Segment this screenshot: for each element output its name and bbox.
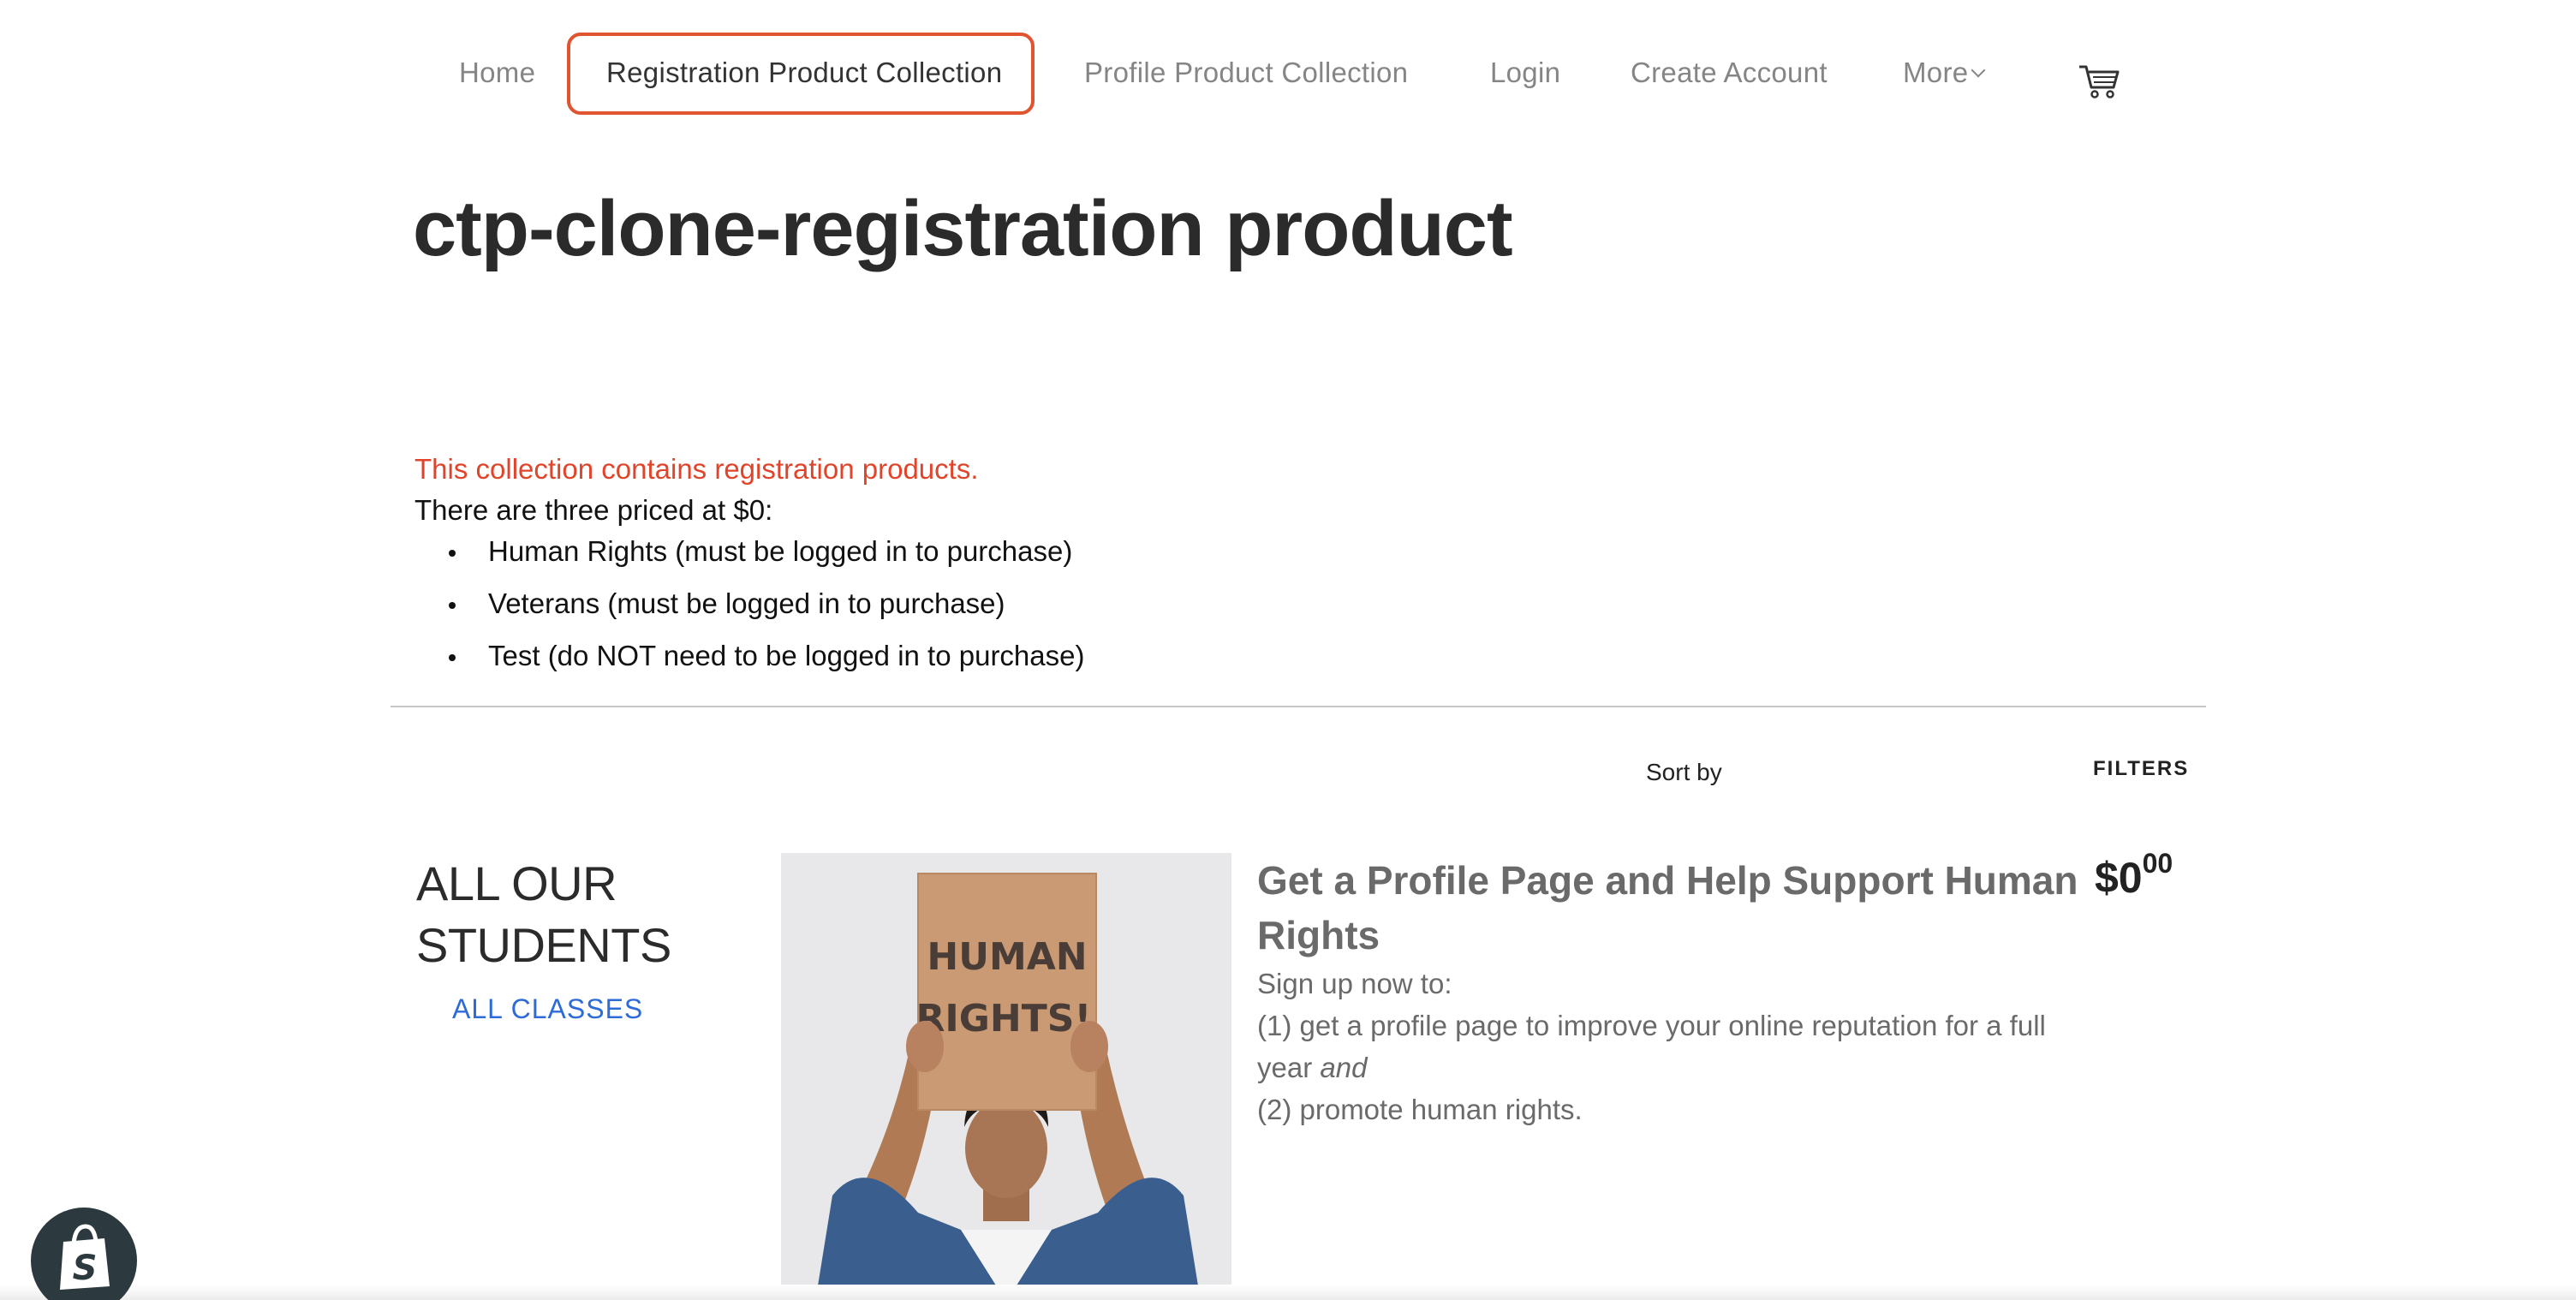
nav-profile-product-collection[interactable]: Profile Product Collection [1084, 57, 1408, 89]
sidebar-title: ALL OUR STUDENTS [416, 853, 707, 976]
product-body-line3: (2) promote human rights. [1257, 1094, 1583, 1125]
sign-text-line1: HUMAN [927, 935, 1087, 979]
list-item: Veterans (must be logged in to purchase) [414, 583, 1084, 635]
product-image[interactable]: HUMAN RIGHTS! [781, 853, 1231, 1300]
shopify-badge[interactable]: S [31, 1208, 137, 1300]
product-body-line2-text: (1) get a profile page to improve your o… [1257, 1010, 2046, 1083]
product-photo: HUMAN RIGHTS! [781, 853, 1231, 1300]
nav-more-label: More [1903, 57, 1969, 88]
nav-more[interactable]: More [1903, 57, 1986, 89]
shopify-bag-icon: S [60, 1224, 110, 1290]
product-price: $000 [2095, 848, 2173, 903]
page-title: ctp-clone-registration product [413, 185, 1513, 272]
page-bottom-shadow [0, 1285, 2576, 1300]
sidebar-title-line2: STUDENTS [416, 918, 671, 972]
chevron-down-icon [1971, 63, 1986, 78]
main-nav: Home Registration Product Collection Pro… [0, 0, 2576, 154]
product-description: Sign up now to: (1) get a profile page t… [1257, 963, 2096, 1130]
price-cents: 00 [2142, 848, 2174, 879]
nav-login[interactable]: Login [1490, 57, 1560, 89]
filters-button[interactable]: FILTERS [2093, 757, 2189, 781]
sign-text-line2: RIGHTS! [916, 997, 1092, 1041]
nav-home[interactable]: Home [459, 57, 535, 89]
divider [391, 706, 2206, 707]
cart-icon[interactable] [2078, 62, 2120, 99]
description-intro: There are three priced at $0: [414, 494, 773, 526]
sidebar-title-line1: ALL OUR [416, 856, 617, 910]
list-item: Human Rights (must be logged in to purch… [414, 531, 1084, 583]
list-item: Test (do NOT need to be logged in to pur… [414, 635, 1084, 688]
product-title[interactable]: Get a Profile Page and Help Support Huma… [1257, 853, 2096, 963]
all-classes-link[interactable]: ALL CLASSES [452, 993, 643, 1025]
product-body-line2-em: and [1320, 1052, 1368, 1083]
product-body-line1: Sign up now to: [1257, 968, 1452, 999]
nav-registration-product-collection[interactable]: Registration Product Collection [606, 57, 1002, 89]
description-intro-red: This collection contains registration pr… [414, 453, 979, 485]
product-body-line2: (1) get a profile page to improve your o… [1257, 1005, 2096, 1088]
nav-create-account[interactable]: Create Account [1631, 57, 1828, 89]
shopify-letter: S [73, 1249, 98, 1288]
price-main: $0 [2095, 854, 2143, 902]
sort-by-dropdown[interactable]: Sort by [1646, 759, 1722, 786]
description-list: Human Rights (must be logged in to purch… [414, 531, 1084, 688]
collection-description: This collection contains registration pr… [414, 449, 1084, 688]
